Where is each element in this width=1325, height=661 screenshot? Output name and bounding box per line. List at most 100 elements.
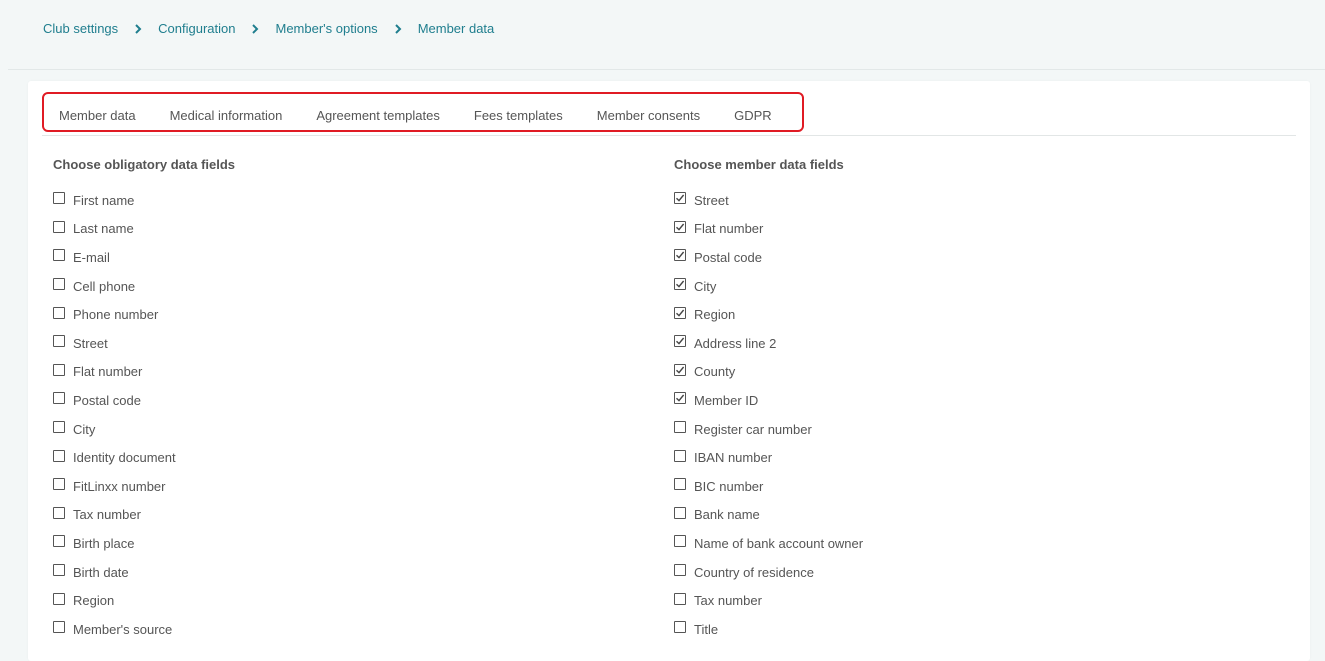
obligatory-item-identity-document[interactable]: Identity document [53, 443, 235, 472]
checkbox-label: Identity document [73, 450, 176, 466]
checkbox-checked[interactable] [674, 306, 686, 319]
checkbox-unchecked[interactable] [53, 192, 65, 205]
member_fields-item-title[interactable]: Title [674, 615, 863, 644]
breadcrumb-members-options[interactable]: Member's options [275, 21, 377, 36]
checkmark-icon [676, 309, 685, 317]
obligatory-item-birth-date[interactable]: Birth date [53, 558, 235, 587]
obligatory-item-postal-code[interactable]: Postal code [53, 386, 235, 415]
checkbox-label: First name [73, 192, 135, 208]
checkbox-label: Cell phone [73, 278, 136, 294]
breadcrumb-member-data[interactable]: Member data [418, 21, 495, 36]
obligatory-item-cell-phone[interactable]: Cell phone [53, 272, 235, 301]
checkbox-unchecked[interactable] [53, 478, 65, 491]
checkbox-checked[interactable] [674, 335, 686, 348]
checkbox-unchecked[interactable] [53, 335, 65, 348]
checkbox-unchecked[interactable] [53, 363, 65, 376]
checkbox-unchecked[interactable] [53, 506, 65, 519]
obligatory-item-flat-number[interactable]: Flat number [53, 358, 235, 387]
checkbox-label: Region [73, 593, 115, 609]
checkbox-unchecked[interactable] [53, 421, 65, 434]
checkmark-icon [676, 223, 685, 231]
checkbox-label: Birth date [73, 564, 129, 580]
tab-medical-information[interactable]: Medical information [170, 108, 283, 123]
checkbox-checked[interactable] [674, 363, 686, 376]
checkbox-unchecked[interactable] [674, 506, 686, 519]
member_fields-item-name-of-bank-account-owner[interactable]: Name of bank account owner [674, 529, 863, 558]
member_fields-item-tax-number[interactable]: Tax number [674, 586, 863, 615]
checkmark-icon [676, 366, 685, 374]
member_fields-item-region[interactable]: Region [674, 300, 863, 329]
checkbox-unchecked[interactable] [674, 421, 686, 434]
checkbox-unchecked[interactable] [674, 535, 686, 548]
checkbox-checked[interactable] [674, 249, 686, 262]
checkbox-unchecked[interactable] [674, 621, 686, 634]
member_fields-item-postal-code[interactable]: Postal code [674, 243, 863, 272]
member_fields-item-street[interactable]: Street [674, 186, 863, 215]
checkbox-unchecked[interactable] [674, 478, 686, 491]
obligatory-item-fitlinxx-number[interactable]: FitLinxx number [53, 472, 235, 501]
obligatory-item-last-name[interactable]: Last name [53, 215, 235, 244]
checkbox-unchecked[interactable] [53, 564, 65, 577]
obligatory-item-e-mail[interactable]: E-mail [53, 243, 235, 272]
obligatory-item-city[interactable]: City [53, 415, 235, 444]
checkbox-unchecked[interactable] [53, 278, 65, 291]
checkbox-unchecked[interactable] [674, 449, 686, 462]
member_fields-item-member-id[interactable]: Member ID [674, 386, 863, 415]
top-bar: Club settings Configuration Member's opt… [8, 0, 1325, 70]
checkbox-checked[interactable] [674, 220, 686, 233]
tab-agreement-templates[interactable]: Agreement templates [316, 108, 440, 123]
checkbox-unchecked[interactable] [53, 535, 65, 548]
checkbox-label: Tax number [694, 593, 762, 609]
obligatory-item-first-name[interactable]: First name [53, 186, 235, 215]
obligatory-item-street[interactable]: Street [53, 329, 235, 358]
checkbox-checked[interactable] [674, 192, 686, 205]
obligatory-item-phone-number[interactable]: Phone number [53, 300, 235, 329]
member_fields-item-flat-number[interactable]: Flat number [674, 215, 863, 244]
checkbox-label: Phone number [73, 307, 159, 323]
tab-fees-templates[interactable]: Fees templates [474, 108, 563, 123]
member_fields-item-bic-number[interactable]: BIC number [674, 472, 863, 501]
checkbox-unchecked[interactable] [53, 621, 65, 634]
member-fields-title: Choose member data fields [674, 157, 844, 172]
member_fields-item-bank-name[interactable]: Bank name [674, 501, 863, 530]
checkbox-label: Name of bank account owner [694, 535, 864, 551]
member_fields-item-country-of-residence[interactable]: Country of residence [674, 558, 863, 587]
checkbox-label: Register car number [694, 421, 812, 437]
member_fields-item-address-line-2[interactable]: Address line 2 [674, 329, 863, 358]
breadcrumb-club-settings[interactable]: Club settings [43, 21, 118, 36]
checkbox-unchecked[interactable] [53, 392, 65, 405]
checkbox-label: Birth place [73, 535, 135, 551]
checkbox-unchecked[interactable] [53, 592, 65, 605]
obligatory-item-member-s-source[interactable]: Member's source [53, 615, 235, 644]
tab-member-consents[interactable]: Member consents [597, 108, 700, 123]
breadcrumb-configuration[interactable]: Configuration [158, 21, 235, 36]
checkbox-checked[interactable] [674, 278, 686, 291]
member_fields-item-county[interactable]: County [674, 358, 863, 387]
obligatory-item-region[interactable]: Region [53, 586, 235, 615]
checkmark-icon [676, 395, 685, 403]
member_fields-item-register-car-number[interactable]: Register car number [674, 415, 863, 444]
obligatory-fields-list: First name Last name E-mail Cell phone Phone… [53, 186, 235, 644]
checkbox-unchecked[interactable] [674, 564, 686, 577]
checkbox-label: Street [694, 192, 729, 208]
breadcrumb: Club settings Configuration Member's opt… [43, 21, 494, 36]
member_fields-item-iban-number[interactable]: IBAN number [674, 443, 863, 472]
checkbox-unchecked[interactable] [53, 220, 65, 233]
chevron-right-icon [132, 22, 144, 36]
obligatory-fields-title: Choose obligatory data fields [53, 157, 236, 172]
member-fields-list: Street Flat number Postal code City Region Ad… [674, 186, 863, 644]
tab-gdpr[interactable]: GDPR [734, 108, 772, 123]
obligatory-item-birth-place[interactable]: Birth place [53, 529, 235, 558]
checkbox-label: City [73, 421, 96, 437]
checkmark-icon [676, 252, 685, 260]
checkbox-unchecked[interactable] [53, 449, 65, 462]
checkbox-unchecked[interactable] [53, 306, 65, 319]
checkbox-unchecked[interactable] [53, 249, 65, 262]
settings-card: Member data Medical information Agreemen… [28, 81, 1310, 661]
member_fields-item-city[interactable]: City [674, 272, 863, 301]
checkbox-unchecked[interactable] [674, 592, 686, 605]
checkbox-label: Region [694, 307, 736, 323]
obligatory-item-tax-number[interactable]: Tax number [53, 501, 235, 530]
checkbox-checked[interactable] [674, 392, 686, 405]
tab-member-data[interactable]: Member data [59, 108, 136, 123]
